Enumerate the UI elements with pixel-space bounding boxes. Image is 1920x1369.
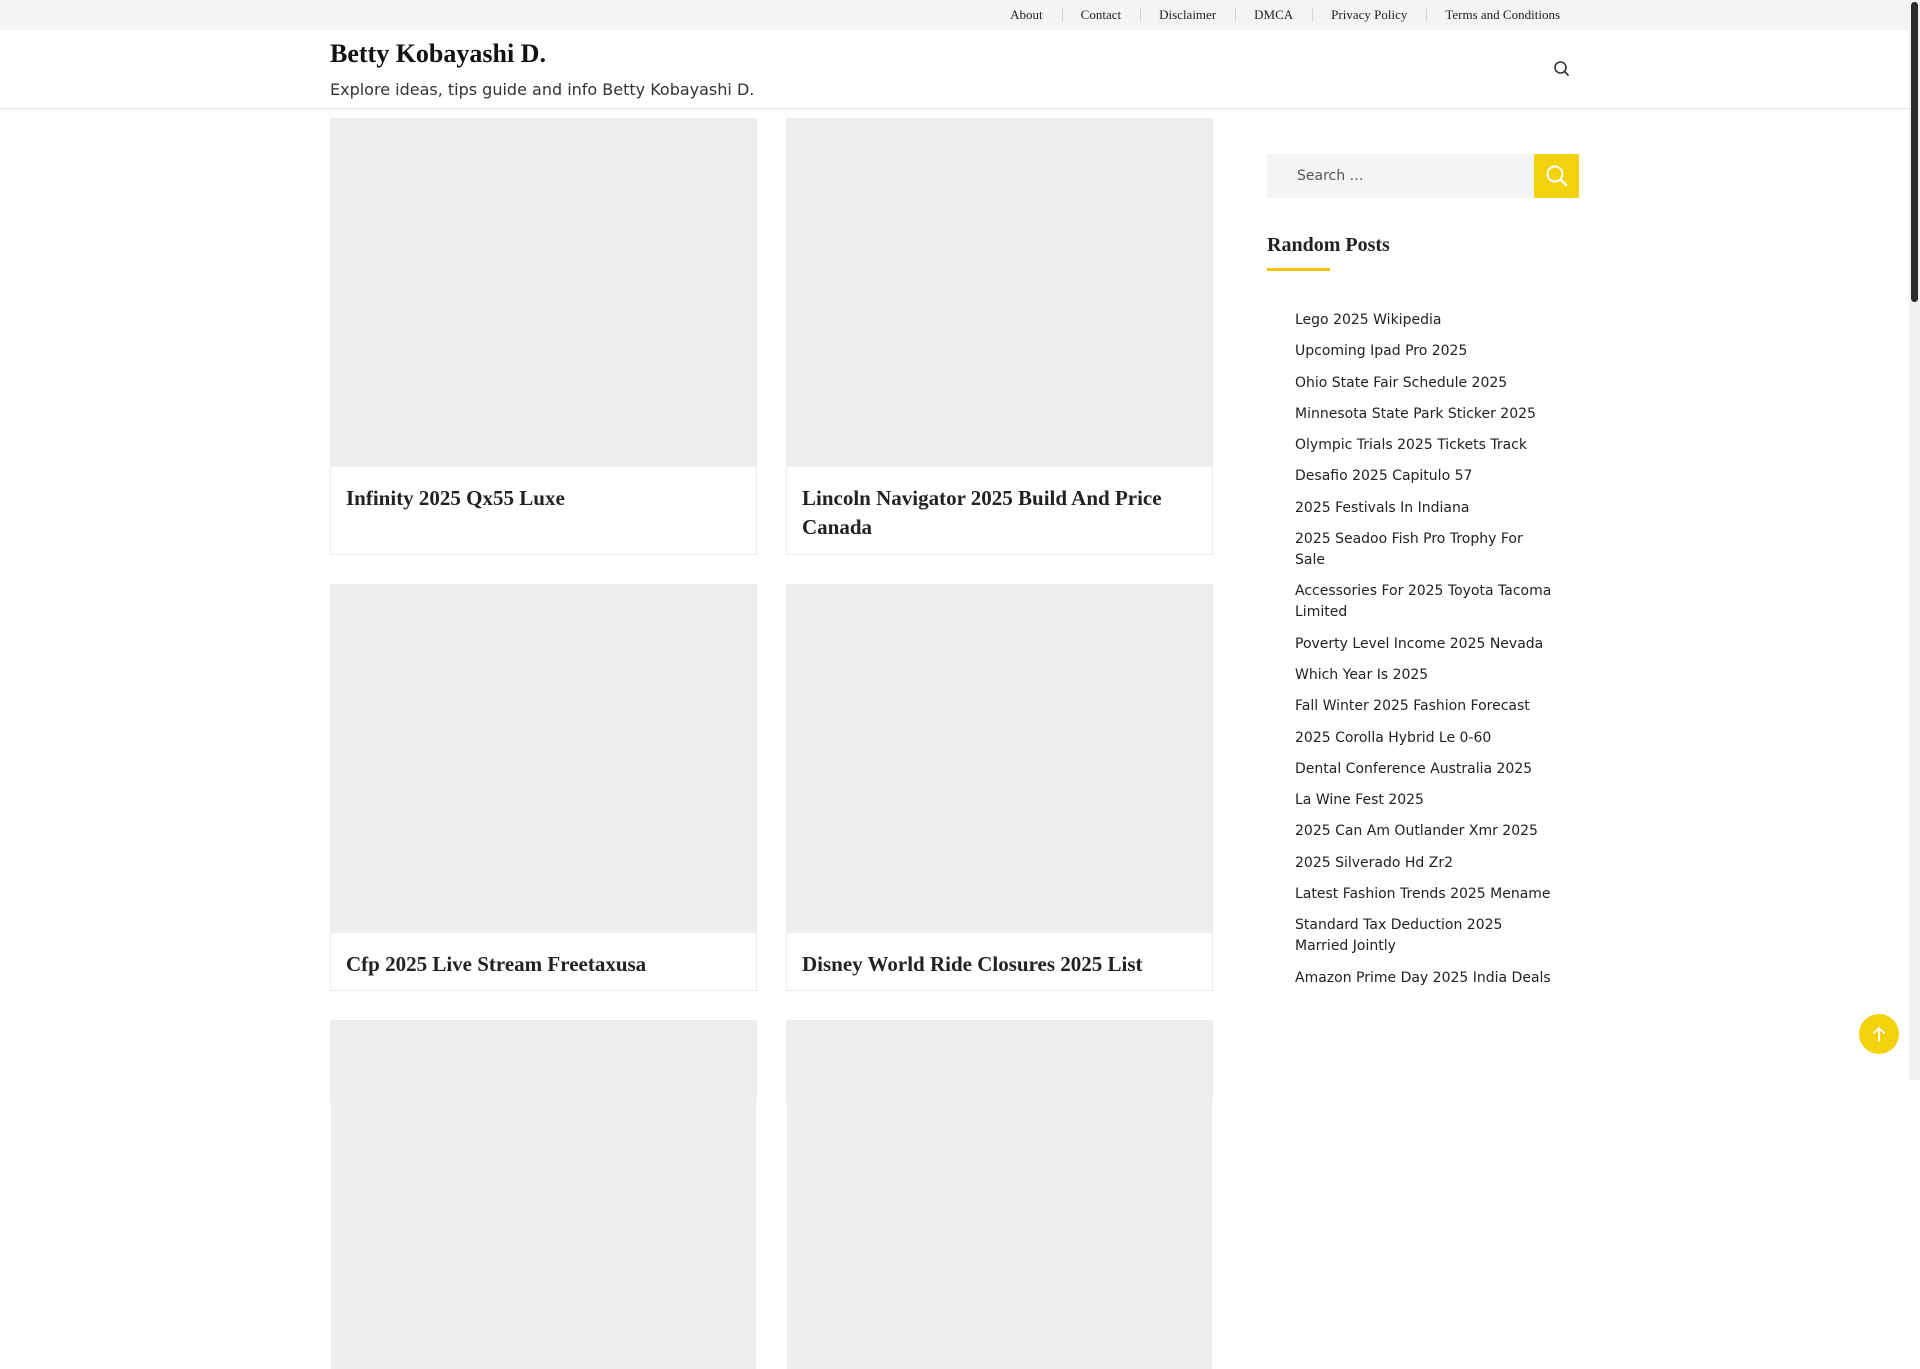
post-thumbnail[interactable] (331, 585, 756, 933)
random-post-link[interactable]: 2025 Festivals In Indiana (1295, 498, 1555, 519)
random-posts-list: Lego 2025 Wikipedia Upcoming Ipad Pro 20… (1295, 310, 1555, 999)
topnav-dmca-link[interactable]: DMCA (1235, 8, 1312, 22)
random-post-link[interactable]: Upcoming Ipad Pro 2025 (1295, 341, 1555, 362)
site-header: Betty Kobayashi D. Explore ideas, tips g… (0, 30, 1909, 109)
post-thumbnail[interactable] (787, 119, 1212, 467)
post-thumbnail[interactable] (787, 1021, 1212, 1369)
random-post-link[interactable]: Amazon Prime Day 2025 India Deals (1295, 968, 1555, 989)
random-post-link[interactable]: La Wine Fest 2025 (1295, 790, 1555, 811)
post-card[interactable]: Disney World Ride Closures 2025 List (786, 584, 1213, 991)
scrollbar-thumb[interactable] (1911, 2, 1918, 302)
search-icon (1546, 165, 1567, 187)
page-scrollbar[interactable] (1909, 0, 1920, 1080)
random-post-link[interactable]: Ohio State Fair Schedule 2025 (1295, 373, 1555, 394)
topnav-about-link[interactable]: About (1010, 8, 1062, 22)
post-title[interactable]: Cfp 2025 Live Stream Freetaxusa (346, 950, 741, 979)
random-post-link[interactable]: 2025 Silverado Hd Zr2 (1295, 853, 1555, 874)
post-card[interactable] (330, 1020, 757, 1369)
back-to-top-button[interactable] (1859, 1014, 1899, 1054)
random-posts-heading: Random Posts (1267, 234, 1390, 256)
random-post-link[interactable]: Olympic Trials 2025 Tickets Track (1295, 435, 1555, 456)
random-post-link[interactable]: Accessories For 2025 Toyota Tacoma Limit… (1295, 581, 1555, 623)
random-post-link[interactable]: Standard Tax Deduction 2025 Married Join… (1295, 915, 1555, 957)
post-title[interactable]: Disney World Ride Closures 2025 List (802, 950, 1197, 979)
random-post-link[interactable]: Which Year Is 2025 (1295, 665, 1555, 686)
random-post-link[interactable]: 2025 Can Am Outlander Xmr 2025 (1295, 821, 1555, 842)
random-post-link[interactable]: Latest Fashion Trends 2025 Mename (1295, 884, 1555, 905)
random-post-link[interactable]: Desafio 2025 Capitulo 57 (1295, 466, 1555, 487)
topnav-contact-link[interactable]: Contact (1061, 8, 1140, 22)
post-title[interactable]: Lincoln Navigator 2025 Build And Price C… (802, 484, 1197, 542)
site-title[interactable]: Betty Kobayashi D. (330, 39, 546, 69)
post-card[interactable]: Lincoln Navigator 2025 Build And Price C… (786, 118, 1213, 555)
random-post-link[interactable]: Minnesota State Park Sticker 2025 (1295, 404, 1555, 425)
site-description: Explore ideas, tips guide and info Betty… (330, 80, 755, 99)
topnav-privacy-policy-link[interactable]: Privacy Policy (1312, 8, 1426, 22)
random-post-link[interactable]: 2025 Seadoo Fish Pro Trophy For Sale (1295, 529, 1555, 571)
topnav-terms-link[interactable]: Terms and Conditions (1426, 8, 1560, 22)
arrow-up-icon (1873, 1027, 1885, 1042)
top-utility-bar: About Contact Disclaimer DMCA Privacy Po… (0, 0, 1909, 30)
post-card[interactable] (786, 1020, 1213, 1369)
random-post-link[interactable]: Poverty Level Income 2025 Nevada (1295, 634, 1555, 655)
post-title[interactable]: Infinity 2025 Qx55 Luxe (346, 484, 741, 513)
random-post-link[interactable]: Dental Conference Australia 2025 (1295, 759, 1555, 780)
sidebar-search-input[interactable] (1267, 154, 1534, 198)
post-thumbnail[interactable] (331, 119, 756, 467)
random-post-link[interactable]: 2025 Corolla Hybrid Le 0-60 (1295, 728, 1555, 749)
sidebar-search-button[interactable] (1534, 154, 1579, 198)
random-post-link[interactable]: Fall Winter 2025 Fashion Forecast (1295, 696, 1555, 717)
post-card[interactable]: Infinity 2025 Qx55 Luxe (330, 118, 757, 555)
heading-underline (1267, 268, 1330, 271)
header-search-icon[interactable] (1551, 58, 1573, 80)
post-thumbnail[interactable] (331, 1021, 756, 1369)
post-thumbnail[interactable] (787, 585, 1212, 933)
random-post-link[interactable]: Lego 2025 Wikipedia (1295, 310, 1555, 331)
topnav-disclaimer-link[interactable]: Disclaimer (1140, 8, 1235, 22)
post-card[interactable]: Cfp 2025 Live Stream Freetaxusa (330, 584, 757, 991)
top-navigation: About Contact Disclaimer DMCA Privacy Po… (1010, 0, 1560, 30)
